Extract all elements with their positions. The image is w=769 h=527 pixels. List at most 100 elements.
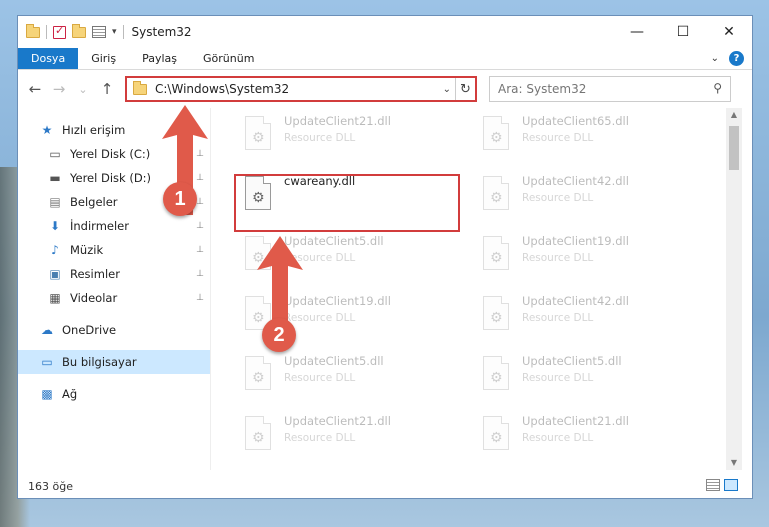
- sidebar-item[interactable]: ▩ Ağ: [18, 382, 210, 406]
- file-item[interactable]: ⚙ UpdateClient42.dll Resource DLL: [476, 292, 706, 342]
- properties-check-icon[interactable]: [53, 24, 66, 39]
- file-item[interactable]: ⚙ UpdateClient42.dll Resource DLL: [476, 172, 706, 222]
- gear-icon: ⚙: [490, 250, 503, 266]
- file-item[interactable]: ⚙ UpdateClient21.dll Resource DLL: [238, 412, 468, 462]
- close-button[interactable]: ✕: [706, 16, 752, 48]
- expand-ribbon-icon[interactable]: ⌄: [711, 53, 719, 64]
- details-view-icon[interactable]: [706, 479, 720, 491]
- up-button[interactable]: ↑: [96, 80, 118, 98]
- file-item[interactable]: ⚙ UpdateClient21.dll Resource DLL: [238, 112, 468, 162]
- file-item[interactable]: ⚙ UpdateClient21.dll Resource DLL: [476, 412, 706, 462]
- tab-share[interactable]: Paylaş: [129, 48, 190, 69]
- pin-icon[interactable]: ⊥: [196, 269, 204, 279]
- file-name: UpdateClient5.dll: [522, 354, 622, 368]
- sidebar-item-label: İndirmeler: [70, 219, 129, 233]
- tab-home[interactable]: Giriş: [78, 48, 129, 69]
- file-name: UpdateClient21.dll: [522, 414, 629, 428]
- scrollbar-thumb[interactable]: [729, 126, 739, 170]
- new-folder-icon[interactable]: [72, 23, 86, 38]
- pin-icon[interactable]: ⊥: [196, 245, 204, 255]
- back-button[interactable]: ←: [24, 80, 46, 98]
- refresh-button[interactable]: ↻: [455, 78, 475, 100]
- download-icon: ⬇: [49, 219, 61, 233]
- help-button[interactable]: ?: [729, 51, 744, 66]
- file-text: UpdateClient21.dll Resource DLL: [522, 414, 629, 462]
- file-item[interactable]: ⚙ UpdateClient5.dll Resource DLL: [238, 352, 468, 402]
- main-area: ★ Hızlı erişim ▭ Yerel Disk (C:) ⊥ ▬ Yerel Dis…: [18, 108, 752, 470]
- file-text: UpdateClient5.dll Resource DLL: [522, 354, 622, 402]
- tab-view[interactable]: Görünüm: [190, 48, 267, 69]
- scroll-up-arrow-icon[interactable]: ▲: [726, 108, 742, 122]
- pin-icon[interactable]: ⊥: [196, 221, 204, 231]
- gear-icon: ⚙: [490, 130, 503, 146]
- vertical-scrollbar[interactable]: ▲ ▼: [726, 108, 742, 470]
- file-name: UpdateClient42.dll: [522, 294, 629, 308]
- dll-file-icon: ⚙: [242, 416, 276, 460]
- chevron-down-icon[interactable]: ▾: [112, 27, 117, 37]
- customize-icon[interactable]: [92, 26, 106, 38]
- file-item[interactable]: ⚙ UpdateClient19.dll Resource DLL: [476, 232, 706, 282]
- file-name: UpdateClient19.dll: [522, 234, 629, 248]
- pane-divider[interactable]: [210, 108, 211, 470]
- computer-icon: ▭: [41, 355, 53, 369]
- sidebar-item-label: Videolar: [70, 291, 118, 305]
- maximize-button[interactable]: ☐: [660, 16, 706, 48]
- sidebar-item-label: Müzik: [70, 243, 104, 257]
- file-type: Resource DLL: [284, 432, 356, 444]
- dll-file-icon: ⚙: [480, 236, 514, 280]
- gear-icon: ⚙: [252, 430, 265, 446]
- file-type: Resource DLL: [522, 312, 594, 324]
- folder-icon[interactable]: [26, 23, 40, 38]
- scroll-down-arrow-icon[interactable]: ▼: [726, 456, 742, 470]
- file-name: UpdateClient5.dll: [284, 354, 384, 368]
- video-icon: ▦: [49, 291, 61, 305]
- dll-file-icon: ⚙: [480, 176, 514, 220]
- sidebar-item-label: Yerel Disk (C:): [70, 147, 151, 161]
- window-controls: — ☐ ✕: [614, 16, 752, 48]
- title-bar: ▾ System32 — ☐ ✕: [18, 16, 752, 48]
- step-2-badge: 2: [262, 318, 296, 352]
- sidebar-item[interactable]: ▦ Videolar ⊥: [18, 286, 210, 310]
- sidebar-item[interactable]: ▣ Resimler ⊥: [18, 262, 210, 286]
- gear-icon: ⚙: [490, 310, 503, 326]
- address-bar[interactable]: C:\Windows\System32 ⌄ ↻: [125, 76, 477, 102]
- search-box[interactable]: ⚲: [489, 76, 731, 102]
- window-title: System32: [131, 25, 192, 39]
- search-input[interactable]: [498, 82, 698, 96]
- dll-file-icon: ⚙: [242, 356, 276, 400]
- forward-button[interactable]: →: [48, 80, 70, 98]
- sidebar-item[interactable]: ☁ OneDrive: [18, 318, 210, 342]
- file-type: Resource DLL: [522, 132, 594, 144]
- search-icon[interactable]: ⚲: [713, 81, 722, 95]
- sidebar-item-label: Yerel Disk (D:): [70, 171, 152, 185]
- sidebar-item-label: Bu bilgisayar: [62, 355, 137, 369]
- sidebar-item[interactable]: ▭ Bu bilgisayar: [18, 350, 210, 374]
- gear-icon: ⚙: [490, 190, 503, 206]
- minimize-button[interactable]: —: [614, 16, 660, 48]
- file-text: UpdateClient19.dll Resource DLL: [522, 234, 629, 282]
- dll-file-icon: ⚙: [480, 116, 514, 160]
- tab-file[interactable]: Dosya: [18, 48, 79, 69]
- address-path[interactable]: C:\Windows\System32: [155, 82, 289, 96]
- file-name: UpdateClient21.dll: [284, 414, 391, 428]
- sidebar-item[interactable]: ⬇ İndirmeler ⊥: [18, 214, 210, 238]
- file-text: UpdateClient21.dll Resource DLL: [284, 414, 391, 462]
- dll-file-icon: ⚙: [480, 356, 514, 400]
- dll-file-icon: ⚙: [242, 116, 276, 160]
- chevron-down-icon[interactable]: ⌄: [443, 84, 451, 95]
- folder-icon: [133, 80, 147, 95]
- pin-icon[interactable]: ⊥: [196, 293, 204, 303]
- sidebar-item[interactable]: ♪ Müzik ⊥: [18, 238, 210, 262]
- pictures-icon: ▣: [49, 267, 61, 281]
- file-item[interactable]: ⚙ UpdateClient65.dll Resource DLL: [476, 112, 706, 162]
- dll-file-icon: ⚙: [480, 296, 514, 340]
- drive-icon: ▭: [49, 147, 61, 161]
- file-type: Resource DLL: [522, 432, 594, 444]
- file-item[interactable]: ⚙ UpdateClient5.dll Resource DLL: [476, 352, 706, 402]
- file-text: UpdateClient21.dll Resource DLL: [284, 114, 391, 162]
- navigation-buttons: ← → ⌄ ↑: [18, 80, 122, 98]
- network-icon: ▩: [41, 387, 53, 401]
- recent-locations-button[interactable]: ⌄: [72, 83, 94, 96]
- tiles-view-icon[interactable]: [724, 479, 738, 491]
- file-highlight-box: [234, 174, 460, 232]
